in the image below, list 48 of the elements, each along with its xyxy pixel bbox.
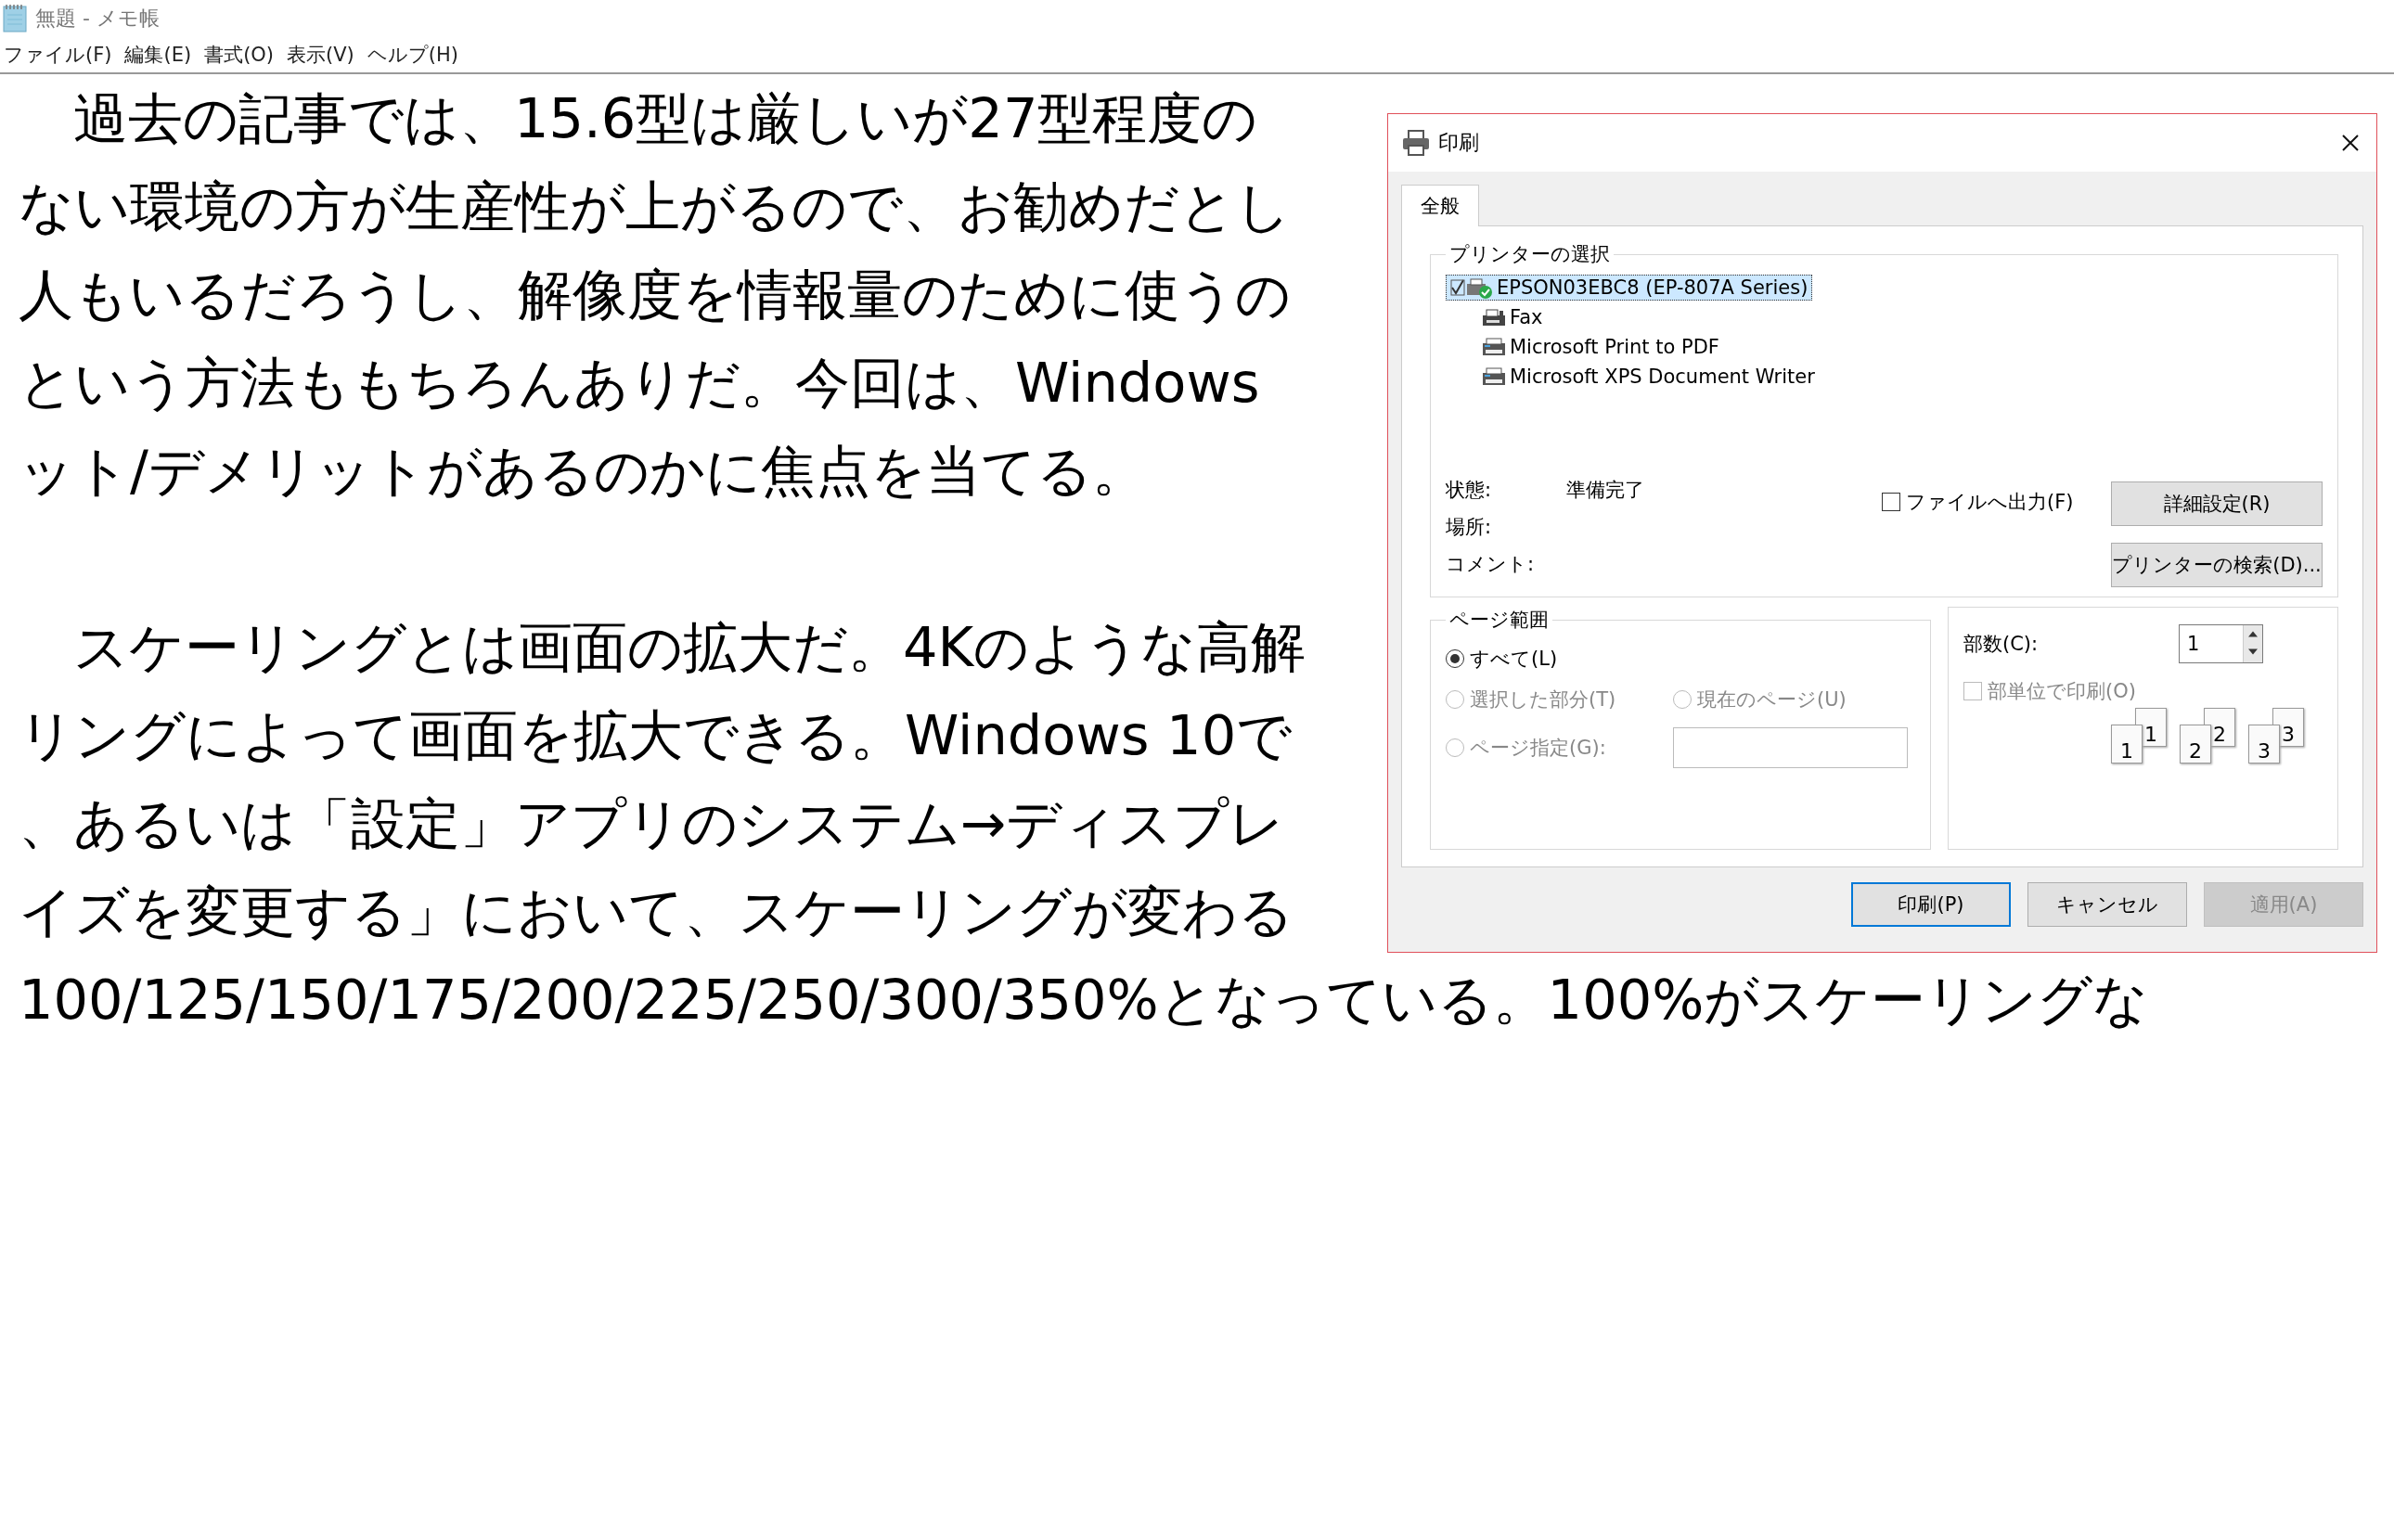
- default-printer-icon: [1450, 276, 1495, 299]
- status-label: 場所:: [1446, 515, 1493, 540]
- copies-spinner[interactable]: 1: [2179, 624, 2263, 663]
- printer-item[interactable]: EPSON03EBC8 (EP-807A Series): [1446, 275, 1813, 301]
- group-title: プリンターの選択: [1448, 242, 1611, 267]
- notepad-icon: [2, 4, 30, 33]
- menu-item[interactable]: ファイル(F): [4, 42, 112, 68]
- fax-icon: [1480, 306, 1508, 328]
- menu-item[interactable]: ヘルプ(H): [367, 42, 458, 68]
- status-label: 状態:: [1446, 478, 1493, 503]
- dialog-button[interactable]: 詳細設定(R): [2111, 481, 2323, 526]
- text-line: 100/125/150/175/200/225/250/300/350%となっている。100%がスケーリングな: [19, 968, 2149, 1032]
- page-field[interactable]: [1673, 727, 1908, 768]
- text-line: 人もいるだろうし、解像度を情報量のために使うの: [19, 263, 1291, 327]
- copies-label: 部数(C):: [1963, 632, 2040, 657]
- close-icon[interactable]: [2341, 134, 2360, 152]
- page-sheet: 1: [2111, 725, 2143, 764]
- dialog-button[interactable]: キャンセル: [2027, 882, 2187, 927]
- text-line: リングによって画面を拡大できる。Windows 10で: [19, 703, 1293, 767]
- printer-icon: [1480, 366, 1508, 388]
- printer-item[interactable]: Fax: [1475, 304, 1548, 330]
- status-label: コメント:: [1446, 552, 1536, 577]
- printer-item[interactable]: Microsoft XPS Document Writer: [1475, 364, 1820, 390]
- text-line: イズを変更する」において、スケーリングが変わる: [19, 879, 1294, 943]
- text-line: ット/デメリットがあるのかに焦点を当てる。: [19, 439, 1147, 503]
- group-title: ページ範囲: [1448, 608, 1550, 633]
- print-to-file-checkbox[interactable]: ファイルへ出力(F): [1882, 489, 2074, 515]
- text-line: ない環境の方が生産性が上がるので、お勧めだとし: [19, 174, 1291, 238]
- text-line: 、あるいは「設定」アプリのシステム→ディスプレ: [19, 791, 1285, 855]
- printer-icon: [1480, 336, 1508, 358]
- menu-item[interactable]: 表示(V): [287, 42, 354, 68]
- menu-item[interactable]: 書式(O): [204, 42, 275, 68]
- radio-option[interactable]: すべて(L): [1446, 646, 1915, 672]
- text-line: 過去の記事では、15.6型は厳しいが27型程度の: [72, 86, 1258, 150]
- text-line: という方法ももちろんありだ。今回は、Windows: [19, 351, 1260, 415]
- dialog-button[interactable]: 印刷(P): [1851, 882, 2011, 927]
- page-sheet: 3: [2248, 725, 2280, 764]
- text-line: スケーリングとは画面の拡大だ。4Kのような高解: [72, 615, 1306, 679]
- page-sheet: 2: [2180, 725, 2211, 764]
- tab[interactable]: 全般: [1401, 185, 1479, 226]
- menu-item[interactable]: 編集(E): [124, 42, 192, 68]
- printer-item[interactable]: Microsoft Print to PDF: [1475, 334, 1724, 360]
- window-title: 無題 - メモ帳: [35, 6, 160, 32]
- checkbox[interactable]: [1882, 493, 1900, 511]
- dialog-button[interactable]: プリンターの検索(D)...: [2111, 543, 2323, 587]
- dialog-title: 印刷: [1438, 130, 1479, 156]
- printer-icon: [1401, 129, 1431, 157]
- status-value: 準備完了: [1566, 478, 1644, 503]
